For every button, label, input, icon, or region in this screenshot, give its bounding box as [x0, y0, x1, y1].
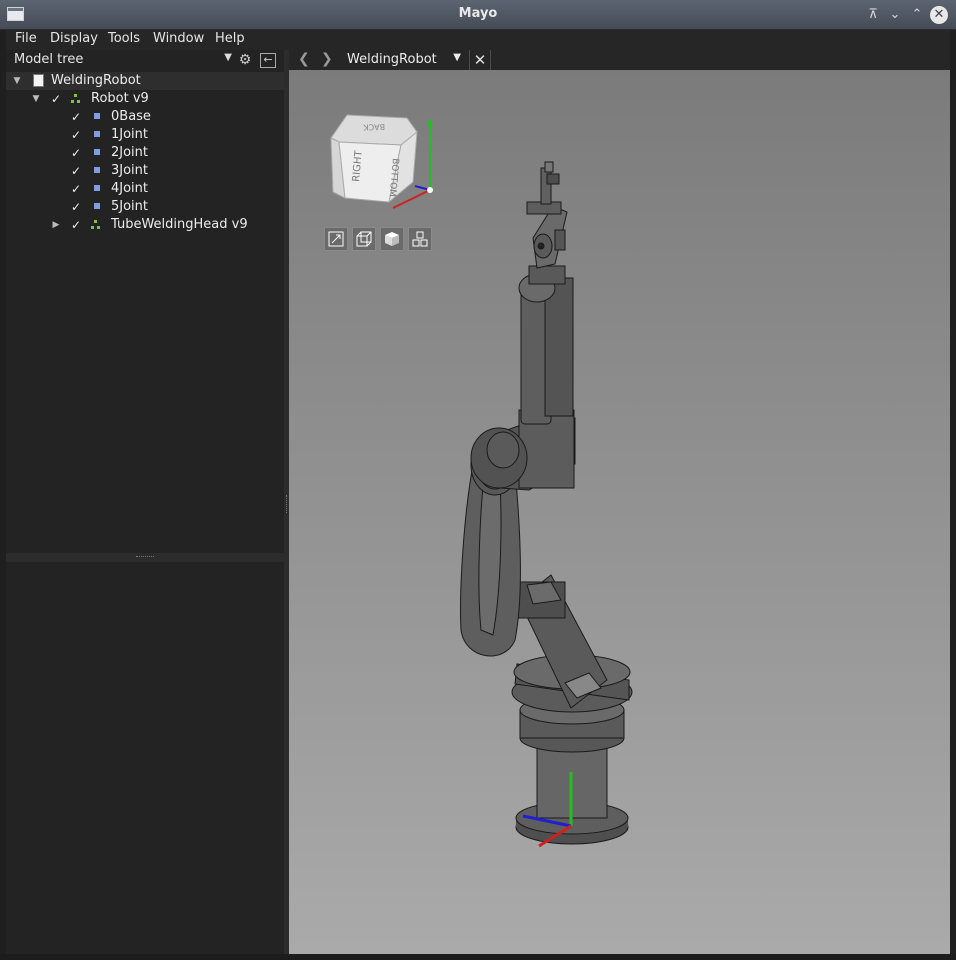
visibility-check-icon[interactable]: ✓: [71, 126, 81, 144]
tree-item-label: 1Joint: [111, 127, 149, 142]
fit-all-icon: [328, 231, 344, 247]
panel-selector-combo[interactable]: Model tree ▼: [14, 52, 232, 70]
tree-item-label: 5Joint: [111, 199, 149, 214]
shaded-cube-icon: [385, 232, 399, 246]
fit-all-button[interactable]: [324, 227, 348, 251]
tree-item-label: WeldingRobot: [51, 73, 141, 88]
collapsed-arrow-icon[interactable]: ▶: [51, 216, 61, 234]
splitter-grip: [136, 556, 154, 559]
explode-assembly-button[interactable]: [408, 227, 432, 251]
gear-icon[interactable]: ⚙: [236, 52, 254, 68]
tree-item-document[interactable]: ▼ WeldingRobot: [6, 72, 284, 90]
tree-item-assembly[interactable]: ▼ ✓ Robot v9: [6, 90, 284, 108]
splitter-grip: [286, 495, 288, 513]
shaded-mode-button[interactable]: [380, 227, 404, 251]
title-bar: Mayo ⊼ ⌄ ⌃ ✕: [0, 0, 956, 30]
robot-model[interactable]: [460, 161, 633, 845]
tree-item-label: 4Joint: [111, 181, 149, 196]
part-icon: [94, 149, 100, 155]
close-window-button[interactable]: ✕: [930, 6, 948, 24]
assembly-icon: [91, 220, 101, 229]
tree-item-part[interactable]: ✓ 0Base: [6, 108, 284, 126]
menu-window[interactable]: Window: [153, 31, 204, 46]
document-selector-combo[interactable]: WeldingRobot ▼: [347, 52, 461, 67]
3d-scene: RIGHT BOTTOM BACK: [330, 114, 633, 848]
view-cube[interactable]: RIGHT BOTTOM BACK: [330, 114, 433, 209]
previous-document-icon[interactable]: ❮: [298, 51, 310, 67]
menu-display[interactable]: Display: [50, 31, 98, 46]
window-title: Mayo: [458, 6, 498, 21]
document-icon: [33, 74, 44, 87]
part-icon: [94, 167, 100, 173]
visibility-check-icon[interactable]: ✓: [71, 180, 81, 198]
3d-viewport[interactable]: RIGHT BOTTOM BACK: [289, 70, 950, 954]
panel-selector-value: Model tree: [14, 52, 84, 67]
chevron-down-icon: ▼: [453, 52, 461, 63]
visibility-check-icon[interactable]: ✓: [71, 108, 81, 126]
close-document-icon[interactable]: ✕: [469, 50, 491, 70]
visibility-check-icon[interactable]: ✓: [71, 216, 81, 234]
tree-item-label: 0Base: [111, 109, 151, 124]
part-icon: [94, 113, 100, 119]
tree-item-part[interactable]: ✓ 4Joint: [6, 180, 284, 198]
part-icon: [94, 203, 100, 209]
document-bar: ❮ ❯ WeldingRobot ▼ ✕: [289, 50, 950, 70]
tree-item-part[interactable]: ✓ 3Joint: [6, 162, 284, 180]
wireframe-mode-button[interactable]: [352, 227, 376, 251]
document-selector-value: WeldingRobot: [347, 52, 437, 67]
expanded-arrow-icon[interactable]: ▼: [31, 90, 41, 108]
assembly-icon: [71, 94, 81, 103]
menu-tools[interactable]: Tools: [108, 31, 140, 46]
part-icon: [94, 185, 100, 191]
visibility-check-icon[interactable]: ✓: [71, 198, 81, 216]
chevron-down-icon: ▼: [224, 52, 232, 63]
menu-bar: File Display Tools Window Help: [6, 30, 950, 50]
menu-file[interactable]: File: [15, 31, 37, 46]
properties-panel: [6, 562, 284, 954]
assembly-cubes-icon: [412, 231, 428, 247]
visibility-check-icon[interactable]: ✓: [71, 162, 81, 180]
tree-item-label: TubeWeldingHead v9: [111, 217, 248, 232]
horizontal-splitter[interactable]: [6, 553, 284, 562]
tree-item-part[interactable]: ✓ 5Joint: [6, 198, 284, 216]
visibility-check-icon[interactable]: ✓: [51, 90, 61, 108]
keep-above-button[interactable]: ⊼: [864, 6, 882, 24]
collapse-panel-icon[interactable]: ←: [260, 53, 276, 68]
tree-item-part[interactable]: ✓ 1Joint: [6, 126, 284, 144]
tree-item-part[interactable]: ✓ 2Joint: [6, 144, 284, 162]
maximize-button[interactable]: ⌃: [908, 6, 926, 24]
minimize-button[interactable]: ⌄: [886, 6, 904, 24]
window-bottom-border: [0, 954, 956, 960]
view-cube-face-back[interactable]: BACK: [363, 122, 386, 132]
model-tree-panel: Model tree ▼ ⚙ ← ▼ WeldingRobot ▼ ✓ Robo…: [6, 50, 284, 553]
expanded-arrow-icon[interactable]: ▼: [12, 72, 22, 90]
tree-item-label: 2Joint: [111, 145, 149, 160]
menu-help[interactable]: Help: [215, 31, 245, 46]
tree-item-label: Robot v9: [91, 91, 149, 106]
wireframe-cube-icon: [356, 231, 372, 247]
visibility-check-icon[interactable]: ✓: [71, 144, 81, 162]
tree-item-label: 3Joint: [111, 163, 149, 178]
tree-item-assembly[interactable]: ▶ ✓ TubeWeldingHead v9: [6, 216, 284, 234]
next-document-icon[interactable]: ❯: [321, 51, 333, 67]
part-icon: [94, 131, 100, 137]
